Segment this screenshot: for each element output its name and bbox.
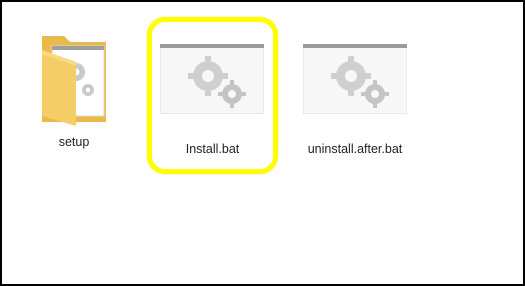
selection-highlight xyxy=(147,17,278,174)
file-label-uninstall-after-bat: uninstall.after.bat xyxy=(307,142,403,156)
file-label-setup: setup xyxy=(58,135,90,149)
explorer-file-pane: setup Install.bat uninstall.after.bat xyxy=(0,0,525,286)
file-item-uninstall-after-bat[interactable]: uninstall.after.bat xyxy=(290,22,420,169)
file-item-setup[interactable]: setup xyxy=(32,26,116,149)
folder-icon xyxy=(42,36,106,126)
batch-file-icon xyxy=(303,44,407,114)
